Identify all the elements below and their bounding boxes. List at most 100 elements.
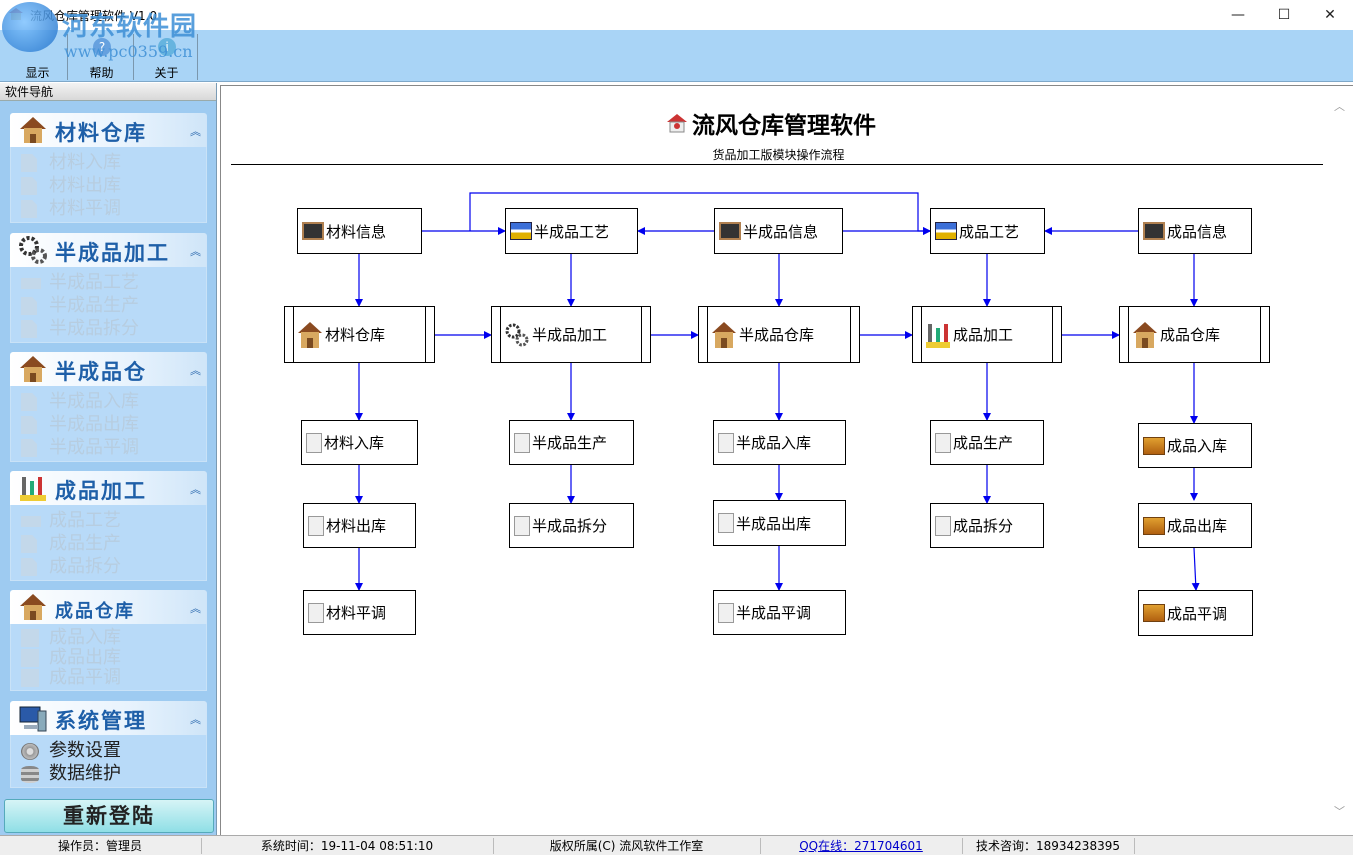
nav-item-product-out[interactable]: 成品出库 — [19, 648, 206, 668]
chest-icon — [21, 669, 39, 687]
warehouse-icon — [18, 592, 48, 622]
nav-item-product-process[interactable]: 成品工艺 — [19, 509, 206, 532]
nav-item-data-maintenance[interactable]: 数据维护 — [19, 762, 206, 785]
tools-icon — [925, 321, 951, 349]
qq-online-link[interactable]: QQ在线：271704601 — [761, 838, 961, 854]
node-semi-warehouse[interactable]: 半成品仓库 — [698, 306, 860, 363]
toolbar: 显示 ? 帮助 i 关于 — [0, 30, 1353, 82]
minimize-button[interactable]: — — [1215, 0, 1261, 30]
close-button[interactable]: ✕ — [1307, 0, 1353, 30]
app-icon — [8, 7, 24, 21]
group-title: 半成品加工 — [55, 240, 170, 265]
nav-item-semi-split[interactable]: 半成品拆分 — [19, 317, 206, 340]
navigation-sidebar: 软件导航 材料仓库 ︽ 材料入库 材料出库 材料平调 半成品加工 ︽ 半成品工艺… — [0, 83, 217, 835]
node-material-in[interactable]: 材料入库 — [301, 420, 418, 465]
clipboard-icon — [21, 439, 37, 457]
node-semi-info[interactable]: 半成品信息 — [714, 208, 843, 254]
card-icon — [21, 516, 41, 527]
about-label: 关于 — [154, 66, 179, 80]
group-header[interactable]: 系统管理 ︽ — [10, 701, 207, 735]
node-semi-transfer[interactable]: 半成品平调 — [713, 590, 846, 635]
clipboard-icon — [718, 432, 734, 453]
node-semi-out[interactable]: 半成品出库 — [713, 500, 846, 546]
node-semi-in[interactable]: 半成品入库 — [713, 420, 846, 465]
document-icon — [21, 177, 37, 195]
node-product-info[interactable]: 成品信息 — [1138, 208, 1252, 254]
warehouse-icon — [18, 354, 48, 384]
title-divider — [231, 164, 1323, 165]
node-material-warehouse[interactable]: 材料仓库 — [284, 306, 435, 363]
nav-item-product-split[interactable]: 成品拆分 — [19, 555, 206, 578]
display-button[interactable]: 显示 — [8, 34, 68, 80]
collapse-icon[interactable]: ︽ — [190, 243, 201, 259]
help-button[interactable]: ? 帮助 — [70, 34, 134, 80]
nav-group-product-processing: 成品加工 ︽ 成品工艺 成品生产 成品拆分 — [10, 471, 207, 581]
nav-item-semi-in[interactable]: 半成品入库 — [19, 390, 206, 413]
node-semi-split[interactable]: 半成品拆分 — [509, 503, 634, 548]
display-icon — [27, 36, 49, 58]
help-icon: ? — [91, 36, 113, 58]
node-product-production[interactable]: 成品生产 — [930, 420, 1044, 465]
status-support: 技术咨询：18934238395 — [976, 839, 1120, 853]
about-button[interactable]: i 关于 — [136, 34, 198, 80]
group-header[interactable]: 材料仓库 ︽ — [10, 113, 207, 147]
collapse-icon[interactable]: ︽ — [190, 123, 201, 139]
gear-icon — [21, 743, 39, 760]
warehouse-icon — [1132, 321, 1158, 349]
node-product-processing[interactable]: 成品加工 — [912, 306, 1062, 363]
warehouse-icon — [711, 321, 737, 349]
group-header[interactable]: 半成品加工 ︽ — [10, 233, 207, 267]
sidebar-header: 软件导航 — [0, 83, 216, 101]
maximize-button[interactable]: ☐ — [1261, 0, 1307, 30]
nav-item-settings[interactable]: 参数设置 — [19, 739, 206, 762]
nav-item-material-transfer[interactable]: 材料平调 — [19, 197, 206, 220]
clipboard-icon — [718, 513, 734, 533]
tools-icon — [18, 473, 48, 503]
scroll-down-icon[interactable]: ﹀ — [1334, 803, 1345, 819]
nav-item-material-in[interactable]: 材料入库 — [19, 151, 206, 174]
nav-item-semi-production[interactable]: 半成品生产 — [19, 294, 206, 317]
page-title-text: 流风仓库管理软件 — [692, 112, 876, 139]
nav-group-system: 系统管理 ︽ 参数设置 数据维护 — [10, 701, 207, 788]
node-product-out[interactable]: 成品出库 — [1138, 503, 1252, 548]
collapse-icon[interactable]: ︽ — [190, 600, 201, 616]
chest-icon — [1143, 516, 1165, 535]
group-header[interactable]: 成品仓库 ︽ — [10, 590, 207, 624]
node-semi-process[interactable]: 半成品工艺 — [505, 208, 638, 254]
nav-item-product-transfer[interactable]: 成品平调 — [19, 668, 206, 688]
gears-icon — [18, 235, 48, 265]
node-semi-production[interactable]: 半成品生产 — [509, 420, 634, 465]
nav-item-semi-transfer[interactable]: 半成品平调 — [19, 436, 206, 459]
warehouse-icon — [18, 115, 48, 145]
group-body: 半成品入库 半成品出库 半成品平调 — [10, 386, 207, 462]
group-header[interactable]: 半成品仓 ︽ — [10, 352, 207, 386]
nav-item-product-production[interactable]: 成品生产 — [19, 532, 206, 555]
scroll-up-icon[interactable]: ︿ — [1334, 98, 1345, 114]
group-body: 材料入库 材料出库 材料平调 — [10, 147, 207, 223]
group-title: 系统管理 — [55, 708, 147, 733]
nav-item-product-in[interactable]: 成品入库 — [19, 628, 206, 648]
nav-group-semi-warehouse: 半成品仓 ︽ 半成品入库 半成品出库 半成品平调 — [10, 352, 207, 462]
node-material-info[interactable]: 材料信息 — [297, 208, 422, 254]
node-product-process[interactable]: 成品工艺 — [930, 208, 1045, 254]
node-material-transfer[interactable]: 材料平调 — [303, 590, 416, 635]
group-title: 材料仓库 — [55, 120, 147, 145]
group-body: 成品入库 成品出库 成品平调 — [10, 624, 207, 691]
node-product-in[interactable]: 成品入库 — [1138, 423, 1252, 468]
node-product-split[interactable]: 成品拆分 — [930, 503, 1044, 548]
collapse-icon[interactable]: ︽ — [190, 711, 201, 727]
nav-item-material-out[interactable]: 材料出库 — [19, 174, 206, 197]
group-header[interactable]: 成品加工 ︽ — [10, 471, 207, 505]
nav-item-semi-process[interactable]: 半成品工艺 — [19, 271, 206, 294]
node-material-out[interactable]: 材料出库 — [303, 503, 416, 548]
relogin-button[interactable]: 重新登陆 — [4, 799, 214, 833]
collapse-icon[interactable]: ︽ — [190, 481, 201, 497]
window-title: 流风仓库管理软件 V1.0 — [30, 9, 158, 23]
nav-item-semi-out[interactable]: 半成品出库 — [19, 413, 206, 436]
collapse-icon[interactable]: ︽ — [190, 362, 201, 378]
node-product-transfer[interactable]: 成品平调 — [1138, 590, 1253, 636]
node-product-warehouse[interactable]: 成品仓库 — [1119, 306, 1270, 363]
node-semi-processing[interactable]: 半成品加工 — [491, 306, 651, 363]
clipboard-icon — [718, 602, 734, 623]
help-label: 帮助 — [89, 66, 114, 80]
